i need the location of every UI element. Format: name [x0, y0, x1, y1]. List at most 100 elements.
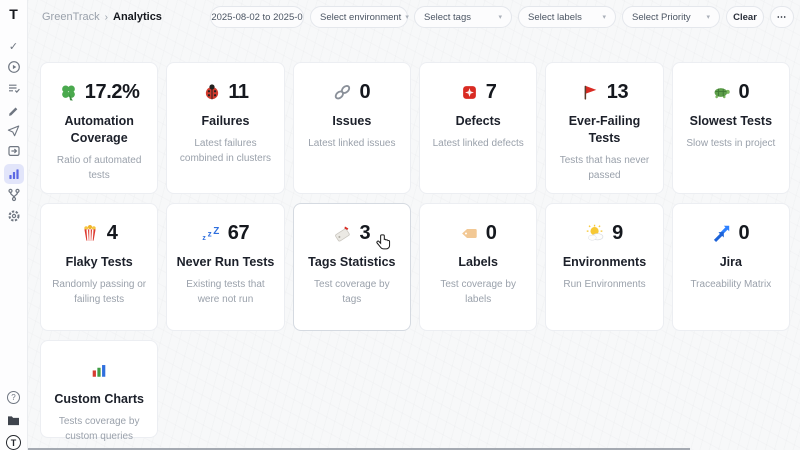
- breadcrumb: GreenTrack › Analytics: [42, 11, 162, 23]
- date-range-button[interactable]: 2025-08-02 to 2025-0: [210, 6, 304, 28]
- card-description: Existing tests that were not run: [167, 277, 283, 307]
- priority-select[interactable]: Select Priority ▾: [622, 6, 720, 28]
- tags-select-label: Select tags: [424, 12, 471, 23]
- card-failures[interactable]: 11 Failures Latest failures combined in …: [166, 62, 284, 194]
- card-title: Custom Charts: [46, 391, 152, 408]
- bar-chart-icon: [90, 361, 109, 380]
- card-value: 13: [607, 82, 628, 102]
- card-title: Never Run Tests: [169, 254, 283, 271]
- gear-icon[interactable]: [4, 208, 24, 224]
- clover-icon: [59, 83, 78, 102]
- siren-icon: [460, 83, 479, 102]
- priority-select-label: Select Priority: [632, 12, 691, 23]
- breadcrumb-separator: ›: [105, 12, 108, 23]
- card-title: Failures: [194, 113, 258, 130]
- help-icon[interactable]: ?: [7, 391, 20, 404]
- card-never-run-tests[interactable]: zzZ 67 Never Run Tests Existing tests th…: [166, 203, 284, 331]
- card-description: Run Environments: [553, 277, 655, 292]
- card-value: 9: [612, 223, 623, 243]
- card-description: Test coverage by tags: [294, 277, 410, 307]
- card-ever-failing-tests[interactable]: 13 Ever-Failing Tests Tests that has nev…: [545, 62, 663, 194]
- user-avatar[interactable]: T: [6, 435, 21, 450]
- card-description: Ratio of automated tests: [41, 153, 157, 183]
- card-title: Issues: [324, 113, 379, 130]
- labels-select-label: Select labels: [528, 12, 582, 23]
- card-description: Slow tests in project: [676, 136, 785, 151]
- card-automation-coverage[interactable]: 17.2% Automation Coverage Ratio of autom…: [40, 62, 158, 194]
- ladybug-icon: [202, 83, 221, 102]
- labels-select[interactable]: Select labels ▾: [518, 6, 616, 28]
- card-environments[interactable]: 9 Environments Run Environments: [545, 203, 663, 331]
- card-jira[interactable]: 0 Jira Traceability Matrix: [672, 203, 790, 331]
- sidebar-bottom: ? T: [4, 391, 24, 448]
- tags-select[interactable]: Select tags ▾: [414, 6, 512, 28]
- chevron-down-icon: ▾: [405, 13, 409, 21]
- card-value: 4: [107, 223, 118, 243]
- zzz-icon: zzZ: [202, 224, 221, 243]
- app-logo[interactable]: T: [9, 6, 18, 22]
- card-description: Latest linked issues: [298, 136, 405, 151]
- card-labels[interactable]: 0 Labels Test coverage by labels: [419, 203, 537, 331]
- card-value: 0: [359, 82, 370, 102]
- svg-text:z: z: [202, 234, 206, 241]
- link-icon: [333, 83, 352, 102]
- play-circle-icon[interactable]: [4, 59, 24, 75]
- card-value: 0: [738, 223, 749, 243]
- filter-controls: 2025-08-02 to 2025-0 Select environment …: [210, 6, 794, 28]
- card-value: 0: [486, 223, 497, 243]
- paper-plane-icon[interactable]: [4, 122, 24, 138]
- card-value: 17.2%: [85, 82, 140, 102]
- card-slowest-tests[interactable]: 0 Slowest Tests Slow tests in project: [672, 62, 790, 194]
- svg-text:Z: Z: [213, 225, 219, 236]
- docs-folder-icon[interactable]: [4, 412, 24, 428]
- card-title: Slowest Tests: [682, 113, 780, 130]
- card-title: Automation Coverage: [41, 113, 157, 147]
- card-description: Test coverage by labels: [420, 277, 536, 307]
- card-defects[interactable]: 7 Defects Latest linked defects: [419, 62, 537, 194]
- list-check-icon[interactable]: [4, 80, 24, 96]
- chevron-down-icon: ▾: [706, 13, 710, 21]
- chevron-down-icon: ▾: [498, 13, 502, 21]
- clear-filters-button[interactable]: Clear: [726, 6, 764, 28]
- card-value: 3: [359, 223, 370, 243]
- turtle-icon: [712, 83, 731, 102]
- sun-cloud-icon: [586, 224, 605, 243]
- card-description: Randomly passing or failing tests: [41, 277, 157, 307]
- import-box-icon[interactable]: [4, 143, 24, 159]
- card-title: Jira: [712, 254, 750, 271]
- label-icon: [460, 224, 479, 243]
- environment-select[interactable]: Select environment ▾: [310, 6, 408, 28]
- card-value: 67: [228, 223, 249, 243]
- analytics-icon[interactable]: [4, 164, 24, 184]
- more-options-button[interactable]: ⋯: [770, 6, 794, 28]
- jira-logo-icon: [712, 224, 731, 243]
- card-title: Environments: [555, 254, 654, 271]
- sidebar: T ✓ ? T: [0, 0, 28, 450]
- breadcrumb-project[interactable]: GreenTrack: [42, 11, 100, 23]
- card-title: Labels: [450, 254, 506, 271]
- card-title: Flaky Tests: [58, 254, 141, 271]
- card-description: Tests coverage by custom queries: [41, 414, 157, 444]
- svg-text:z: z: [207, 229, 211, 238]
- card-title: Ever-Failing Tests: [546, 113, 662, 147]
- main-area: GreenTrack › Analytics 2025-08-02 to 202…: [28, 0, 800, 450]
- page-title: Analytics: [113, 11, 162, 23]
- card-title: Defects: [448, 113, 509, 130]
- card-value: 0: [738, 82, 749, 102]
- card-tags-statistics[interactable]: 3 Tags Statistics Test coverage by tags: [293, 203, 411, 331]
- card-flaky-tests[interactable]: 4 Flaky Tests Randomly passing or failin…: [40, 203, 158, 331]
- card-description: Traceability Matrix: [680, 277, 781, 292]
- check-icon[interactable]: ✓: [4, 38, 24, 54]
- card-custom-charts[interactable]: Custom Charts Tests coverage by custom q…: [40, 340, 158, 438]
- popcorn-icon: [81, 224, 100, 243]
- top-toolbar: GreenTrack › Analytics 2025-08-02 to 202…: [28, 0, 800, 34]
- chevron-down-icon: ▾: [602, 13, 606, 21]
- pencil-icon[interactable]: [4, 101, 24, 117]
- widgets-grid: 17.2% Automation Coverage Ratio of autom…: [40, 62, 790, 438]
- environment-select-label: Select environment: [320, 12, 401, 23]
- flag-icon: [581, 83, 600, 102]
- bookmark-icon: [333, 224, 352, 243]
- card-description: Latest linked defects: [423, 136, 534, 151]
- card-issues[interactable]: 0 Issues Latest linked issues: [293, 62, 411, 194]
- branch-icon[interactable]: [4, 187, 24, 203]
